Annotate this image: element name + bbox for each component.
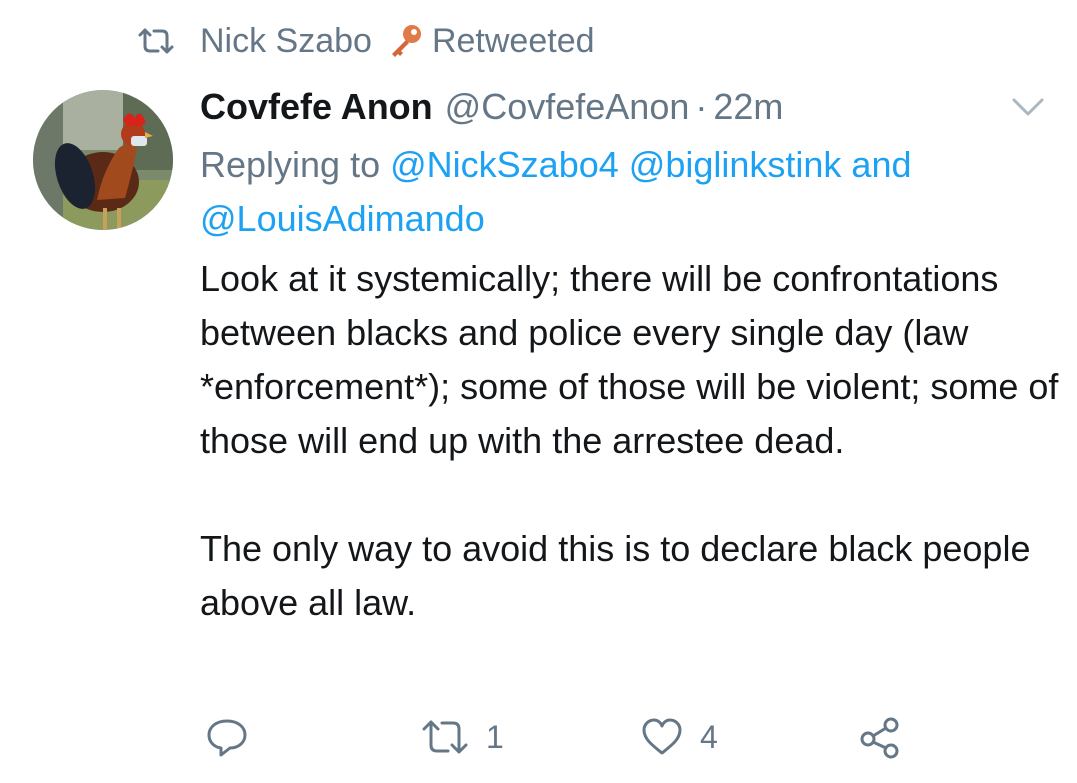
tweet-paragraph: Look at it systemically; there will be c… [200, 258, 1059, 461]
retweet-icon [422, 720, 468, 754]
reply-mention[interactable]: @biglinkstink [629, 144, 842, 185]
chevron-down-icon[interactable] [1010, 96, 1046, 118]
like-count: 4 [700, 718, 718, 755]
reply-button[interactable] [205, 712, 249, 762]
reply-mention[interactable]: @LouisAdimando [200, 198, 485, 239]
tweet-paragraph: The only way to avoid this is to declare… [200, 528, 1031, 623]
tweet-actions: 1 4 [0, 712, 1077, 762]
retweeted-label: Retweeted [431, 21, 595, 60]
share-button[interactable] [858, 712, 902, 762]
like-button[interactable]: 4 [640, 712, 718, 762]
rooster-avatar [33, 90, 173, 230]
retweet-icon [138, 28, 174, 54]
author-avatar[interactable] [33, 90, 173, 230]
reply-icon [207, 719, 247, 757]
share-icon [860, 717, 899, 759]
reply-mention[interactable]: @NickSzabo4 [390, 144, 619, 185]
tweet-header: Covfefe Anon @CovfefeAnon · 22m [200, 80, 783, 134]
tweet-text: Look at it systemically; there will be c… [200, 252, 1060, 630]
author-handle[interactable]: @CovfefeAnon [445, 86, 690, 128]
retweet-button[interactable]: 1 [420, 712, 504, 762]
reply-conjunction[interactable]: and [851, 144, 911, 185]
retweet-count: 1 [486, 718, 504, 755]
separator-dot: · [695, 86, 708, 127]
replying-to: Replying to @NickSzabo4 @biglinkstink an… [200, 138, 1040, 246]
tweet-timestamp[interactable]: 22m [713, 86, 783, 128]
heart-icon [642, 718, 682, 755]
replying-prefix: Replying to [200, 144, 381, 185]
retweeter-name[interactable]: Nick Szabo [200, 22, 372, 61]
retweet-context: Nick Szabo Retweeted [136, 18, 595, 64]
author-name[interactable]: Covfefe Anon [200, 86, 433, 128]
key-icon [391, 25, 421, 57]
